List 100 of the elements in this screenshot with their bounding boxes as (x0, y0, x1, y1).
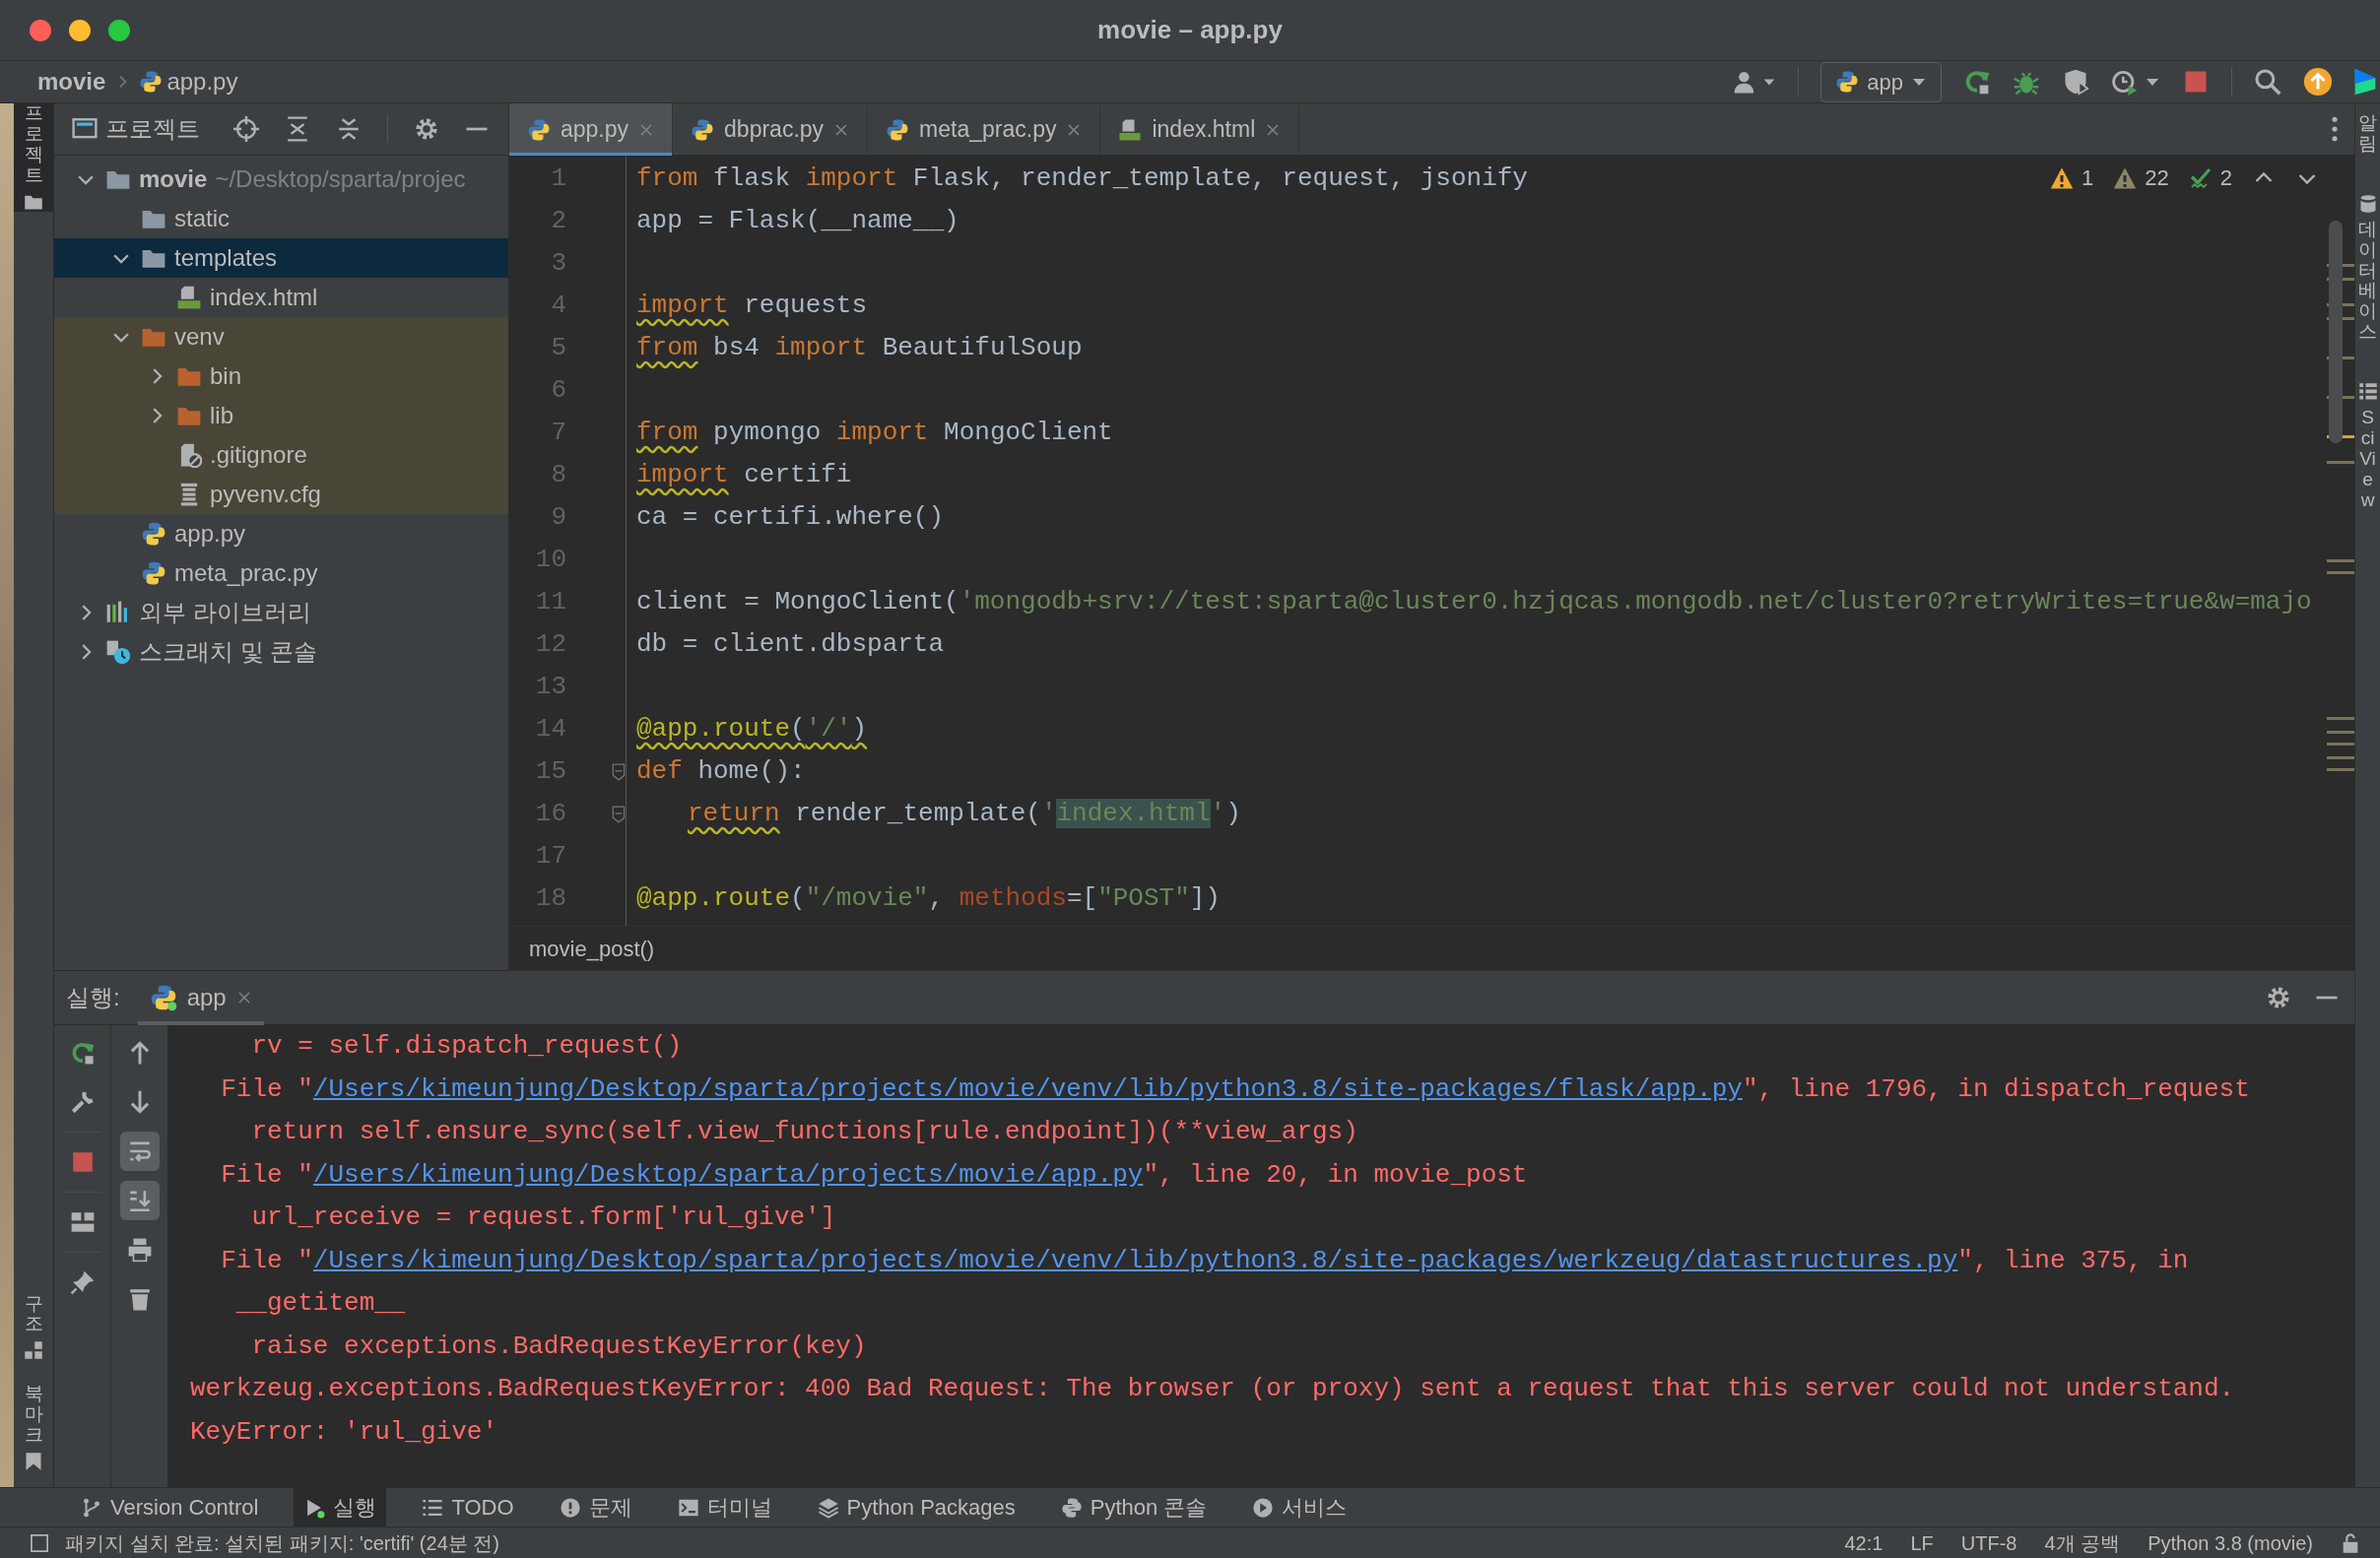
settings-icon[interactable] (414, 116, 439, 142)
locate-icon[interactable] (233, 116, 259, 142)
status-item[interactable]: LF (1910, 1527, 1934, 1558)
file-link[interactable]: /Users/kimeunjung/Desktop/sparta/projects/movie/venv/lib/python3.8/site-packages/werkzeug/datastructures.py (312, 1245, 1958, 1275)
tree-item[interactable]: venv (54, 317, 508, 357)
zoom-window-button[interactable] (108, 19, 130, 41)
line-number: 8 (550, 459, 566, 491)
fold-icon[interactable] (612, 762, 626, 781)
console-line: raise exceptions.BadRequestKeyError(key) (250, 1330, 868, 1363)
file-link[interactable]: /Users/kimeunjung/Desktop/sparta/projects/movie/app.py (312, 1159, 1144, 1190)
bookmark-icon (24, 1452, 43, 1471)
status-item[interactable]: 4개 공백 (2044, 1527, 2121, 1558)
profiler-icon[interactable] (2111, 68, 2139, 96)
tree-item[interactable]: meta_prac.py (54, 553, 508, 593)
fold-icon[interactable] (612, 805, 626, 823)
python-icon (139, 70, 164, 94)
status-item[interactable]: UTF-8 (1960, 1527, 2017, 1558)
code-line: app = Flask(__name__) (636, 205, 959, 237)
tool-window-button[interactable]: 북마크 (14, 1384, 53, 1471)
tree-item[interactable]: 스크래치 및 콘솔 (54, 632, 508, 672)
tree-item[interactable]: bin (54, 357, 508, 396)
minimize-window-button[interactable] (69, 19, 91, 41)
run-tab[interactable]: app (137, 970, 264, 1025)
scroll-to-end-button[interactable] (119, 1181, 160, 1220)
tree-item[interactable]: index.html (54, 278, 508, 317)
tool-tab[interactable]: 서비스 (1242, 1487, 1357, 1527)
line-number: 7 (550, 417, 566, 449)
line-number: 2 (550, 205, 566, 237)
line-number: 14 (534, 713, 566, 746)
tree-item[interactable]: app.py (54, 514, 508, 553)
wrench-icon[interactable] (69, 1089, 96, 1115)
pin-icon[interactable] (69, 1269, 96, 1295)
branch-icon (81, 1496, 102, 1519)
console-line: KeyError: 'rul_give' (190, 1415, 499, 1449)
tool-window-button[interactable]: 데이터베이스 (2355, 183, 2380, 373)
editor-tab[interactable]: index.html (1100, 103, 1300, 156)
account-button[interactable] (1733, 69, 1777, 95)
tool-tab[interactable]: 터미널 (667, 1487, 782, 1527)
tree-item[interactable]: pyvenv.cfg (54, 475, 508, 514)
close-window-button[interactable] (30, 19, 51, 41)
warning-icon (2050, 165, 2074, 190)
editor-tab[interactable]: meta_prac.py (868, 103, 1101, 156)
breadcrumb-item[interactable]: movie (37, 64, 106, 99)
tool-tab[interactable]: TODO (412, 1487, 524, 1527)
settings-icon[interactable] (2266, 985, 2291, 1010)
tree-item[interactable]: lib (54, 396, 508, 435)
layers-icon (817, 1496, 839, 1519)
tool-window-button[interactable]: 알림 (2355, 103, 2380, 184)
code-line: db = client.dbsparta (636, 628, 945, 661)
line-number: 16 (534, 798, 566, 830)
tree-item[interactable]: movie ~/Desktop/sparta/projec (54, 160, 508, 199)
rerun-icon[interactable] (1963, 68, 1991, 96)
tree-item[interactable]: 외부 라이브러리 (54, 593, 508, 632)
code-line: from flask import Flask, render_template, request, jsonify (636, 162, 1528, 195)
line-number: 13 (534, 671, 566, 703)
breadcrumb-item[interactable]: movie_post() (529, 932, 655, 965)
python-icon (691, 117, 715, 142)
editor-tab[interactable]: app.py (509, 103, 674, 156)
inspection-counter[interactable]: 1 (2050, 162, 2094, 194)
expand-all-icon[interactable] (285, 116, 310, 142)
line-number: 6 (550, 374, 566, 407)
tool-window-button[interactable]: 구조 (14, 1293, 53, 1361)
python-icon (527, 117, 551, 142)
lock-icon[interactable] (2341, 1531, 2360, 1554)
tool-tab[interactable]: 실행 (294, 1487, 387, 1527)
line-number: 18 (534, 882, 566, 915)
app-logo-icon[interactable] (2354, 67, 2376, 97)
tool-window-button[interactable]: 프로젝트 (14, 103, 53, 212)
close-icon[interactable] (1066, 121, 1083, 138)
status-item[interactable]: 42:1 (1844, 1527, 1884, 1558)
editor-tab[interactable]: dbprac.py (673, 103, 869, 156)
run-config-dropdown[interactable]: app (1820, 61, 1942, 102)
wrap-button[interactable] (119, 1132, 160, 1171)
tree-item[interactable]: static (54, 199, 508, 238)
layout-icon[interactable] (69, 1209, 96, 1235)
status-item[interactable]: Python 3.8 (movie) (2148, 1527, 2313, 1558)
html-file-icon (176, 285, 202, 310)
tool-tab[interactable]: 문제 (549, 1487, 642, 1527)
panel-title[interactable]: 프로젝트 (72, 111, 200, 147)
collapse-all-icon[interactable] (336, 116, 362, 142)
tree-item[interactable]: .gitignore (54, 435, 508, 475)
file-link[interactable]: /Users/kimeunjung/Desktop/sparta/projects/movie/venv/lib/python3.8/site-packages/flask/app.py (312, 1073, 1743, 1104)
console-line: return self.ensure_sync(self.view_functions[rule.endpoint])(**view_args) (250, 1116, 1359, 1148)
close-icon[interactable] (1265, 121, 1282, 138)
breadcrumb-item[interactable]: app.py (139, 64, 238, 99)
alert-icon (559, 1496, 581, 1519)
close-icon[interactable] (235, 990, 252, 1006)
tree-item[interactable]: templates (54, 238, 508, 278)
tool-tab[interactable]: Python Packages (807, 1487, 1025, 1527)
panel-toggle-icon[interactable] (30, 1532, 49, 1553)
update-icon[interactable] (2303, 67, 2333, 97)
scrollbar-thumb[interactable] (2329, 221, 2343, 443)
inspection-counter[interactable]: 22 (2113, 162, 2169, 194)
more-icon[interactable] (2331, 116, 2339, 142)
tool-tab[interactable]: Version Control (71, 1487, 269, 1527)
search-icon[interactable] (2254, 68, 2281, 96)
tool-tab[interactable]: Python 콘솔 (1050, 1487, 1218, 1527)
tool-window-button[interactable]: SciView (2355, 372, 2380, 541)
inspection-counter[interactable]: 2 (2188, 162, 2232, 194)
close-icon[interactable] (833, 121, 850, 138)
